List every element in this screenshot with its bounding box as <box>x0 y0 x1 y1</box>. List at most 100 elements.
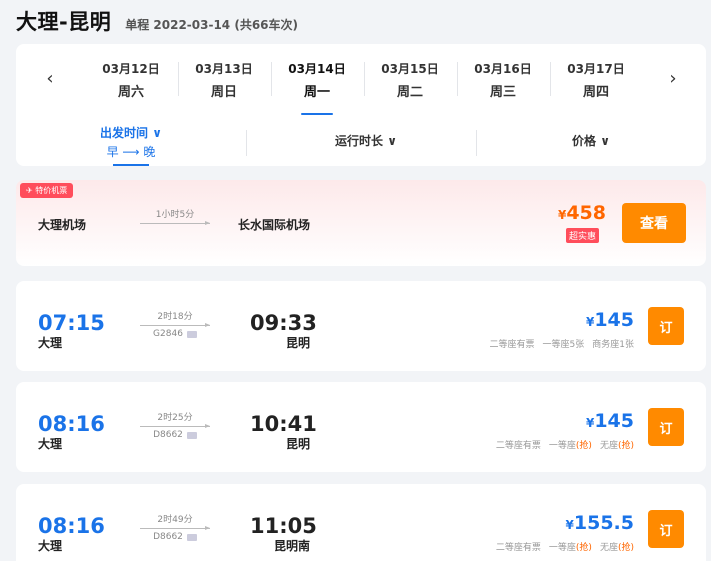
trip-summary: 单程 2022-03-14 (共66车次) <box>125 18 299 32</box>
train-duration: 2时18分 G2846 <box>140 309 210 339</box>
date-tab[interactable]: 03月13日 周日 <box>189 60 259 100</box>
page-title: 大理-昆明 <box>16 10 112 34</box>
book-button[interactable]: 订 <box>648 510 684 548</box>
train-card[interactable]: 08:16 大理 2时25分 D8662 10:41 昆明 ¥145 二等座有票… <box>16 382 706 472</box>
weekday-label: 周六 <box>117 85 144 100</box>
divider <box>364 62 365 96</box>
divider <box>476 130 477 156</box>
seat-first-class: 一等座(抢) <box>549 540 592 553</box>
train-duration: 2时25分 D8662 <box>140 410 210 440</box>
seat-label: 一等座 <box>548 543 576 553</box>
seat-second-class: 二等座有票 <box>495 441 541 451</box>
divider <box>246 130 247 156</box>
arrive-station: 昆明 <box>285 437 310 451</box>
sort-label: 运行时长 ∨ <box>335 134 397 148</box>
train-price: ¥155.5 <box>566 512 634 534</box>
filter-panel: ‹ 03月12日 周六 03月13日 周日 03月14日 周一 03月15日 周… <box>16 44 706 166</box>
seat-label: 无座 <box>599 543 618 553</box>
chevron-left-icon[interactable]: ‹ <box>38 68 62 89</box>
date-label: 03月15日 <box>381 62 439 76</box>
arrive-station: 昆明南 <box>273 539 310 553</box>
grab-ticket-link[interactable]: (抢) <box>576 441 592 451</box>
train-number-label: D8662 <box>153 430 183 440</box>
view-button[interactable]: 查看 <box>622 203 686 243</box>
grab-ticket-link[interactable]: (抢) <box>618 441 634 451</box>
page-header: 大理-昆明 单程 2022-03-14 (共66车次) <box>16 6 298 36</box>
date-tab[interactable]: 03月12日 周六 <box>96 60 166 100</box>
weekday-label: 周一 <box>303 85 330 100</box>
train-number-label: D8662 <box>153 532 183 542</box>
selected-indicator <box>113 164 149 166</box>
depart-time: 08:16 <box>38 514 105 538</box>
price-value: 458 <box>566 202 606 224</box>
sort-price[interactable]: 价格 ∨ <box>551 132 631 149</box>
deal-tag: 超实惠 <box>565 228 599 243</box>
flight-price: ¥458 <box>558 202 606 224</box>
date-label: 03月13日 <box>195 62 253 76</box>
divider <box>457 62 458 96</box>
divider <box>550 62 551 96</box>
arrival-airport: 长水国际机场 <box>238 218 311 232</box>
sort-bar: 出发时间 ∨ 早 ⟶ 晚 运行时长 ∨ 价格 ∨ <box>16 122 706 166</box>
train-duration: 2时49分 D8662 <box>140 512 210 542</box>
chevron-right-icon[interactable]: › <box>661 68 685 89</box>
special-flight-badge: ✈ 特价机票 <box>20 183 74 198</box>
train-number: D8662 <box>140 430 210 440</box>
book-button[interactable]: 订 <box>648 408 684 446</box>
arrow-line <box>140 526 210 530</box>
sort-label: 出发时间 ∨ <box>100 126 162 140</box>
train-card[interactable]: 07:15 大理 2时18分 G2846 09:33 昆明 ¥145 二等座有票… <box>16 281 706 371</box>
weekday-label: 周日 <box>210 85 237 100</box>
seat-standing: 无座(抢) <box>600 438 634 451</box>
train-price: ¥145 <box>586 410 634 432</box>
weekday-label: 周二 <box>396 85 423 100</box>
seat-second-class: 二等座有票 <box>495 543 541 553</box>
train-number-label: G2846 <box>153 329 183 339</box>
arrive-time: 09:33 <box>250 311 317 335</box>
duration-label: 2时25分 <box>157 413 193 423</box>
depart-time: 08:16 <box>38 412 105 436</box>
date-bar: ‹ 03月12日 周六 03月13日 周日 03月14日 周一 03月15日 周… <box>16 44 706 116</box>
date-tab[interactable]: 03月15日 周二 <box>375 60 445 100</box>
seat-availability: 二等座有票 一等座5张 商务座1张 <box>490 337 634 350</box>
divider <box>178 62 179 96</box>
flight-card[interactable]: ✈ 特价机票 大理机场 1小时5分 长水国际机场 ¥458 超实惠 查看 <box>16 180 706 266</box>
date-label: 03月12日 <box>102 62 160 76</box>
departure-airport: 大理机场 <box>38 218 87 232</box>
arrive-station: 昆明 <box>285 336 310 350</box>
train-number: G2846 <box>140 329 210 339</box>
arrow-line <box>140 221 210 225</box>
depart-time: 07:15 <box>38 311 105 335</box>
date-label: 03月14日 <box>288 62 346 76</box>
book-button[interactable]: 订 <box>648 307 684 345</box>
date-tab[interactable]: 03月17日 周四 <box>561 60 631 100</box>
duration-label: 1小时5分 <box>155 210 195 220</box>
grab-ticket-link[interactable]: (抢) <box>576 543 592 553</box>
seat-availability: 二等座有票 一等座(抢) 无座(抢) <box>496 540 634 553</box>
sort-order: 早 ⟶ 晚 <box>106 145 156 159</box>
divider <box>271 62 272 96</box>
train-card[interactable]: 08:16 大理 2时49分 D8662 11:05 昆明南 ¥155.5 二等… <box>16 484 706 561</box>
duration-label: 2时18分 <box>157 312 193 322</box>
sort-duration[interactable]: 运行时长 ∨ <box>316 132 416 149</box>
seat-second-class: 二等座有票 <box>489 340 535 350</box>
train-info-icon <box>186 533 197 541</box>
date-tab-selected[interactable]: 03月14日 周一 <box>282 60 352 115</box>
seat-first-class: 一等座5张 <box>542 340 585 350</box>
weekday-label: 周三 <box>489 85 516 100</box>
sort-departure-time[interactable]: 出发时间 ∨ 早 ⟶ 晚 <box>86 124 176 166</box>
depart-station: 大理 <box>38 539 63 553</box>
price-value: 145 <box>594 410 634 432</box>
train-info-icon <box>186 330 197 338</box>
grab-ticket-link[interactable]: (抢) <box>618 543 634 553</box>
seat-business-class: 商务座1张 <box>592 340 634 350</box>
arrow-line <box>140 424 210 428</box>
duration-label: 2时49分 <box>157 515 193 525</box>
sort-label: 价格 ∨ <box>572 134 610 148</box>
train-price: ¥145 <box>586 309 634 331</box>
weekday-label: 周四 <box>582 85 609 100</box>
date-label: 03月17日 <box>567 62 625 76</box>
seat-availability: 二等座有票 一等座(抢) 无座(抢) <box>496 438 634 451</box>
date-tab[interactable]: 03月16日 周三 <box>468 60 538 100</box>
arrive-time: 10:41 <box>250 412 317 436</box>
